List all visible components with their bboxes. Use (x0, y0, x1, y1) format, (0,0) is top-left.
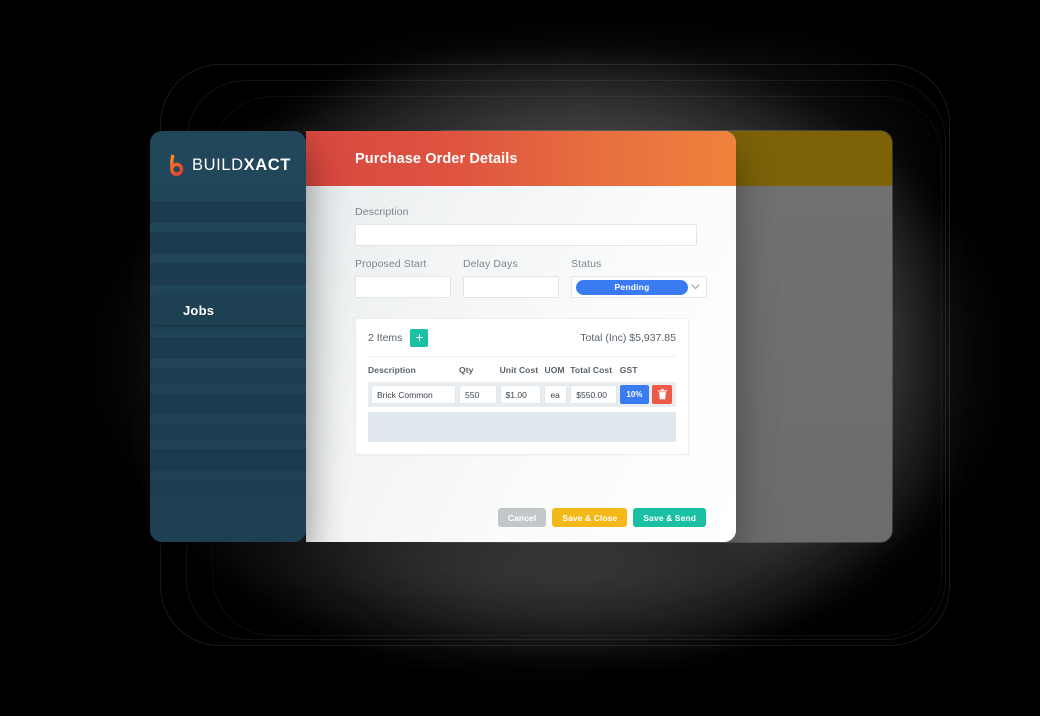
sidebar-item-jobs[interactable]: Jobs (150, 295, 306, 325)
sidebar-item-placeholder[interactable] (150, 201, 306, 223)
delay-days-input[interactable] (463, 276, 559, 298)
item-unit-cost-input[interactable]: $1.00 (499, 385, 542, 404)
item-total-cost-input[interactable]: $550.00 (570, 385, 617, 404)
purchase-order-dialog: Purchase Order Details Description Propo… (306, 131, 736, 542)
schedule-status-row: Proposed Start Delay Days Status Pending (355, 258, 707, 298)
column-header-qty: Qty (459, 365, 474, 375)
delay-days-label: Delay Days (463, 258, 518, 270)
items-table: Description Qty Unit Cost UOM Total Cost… (368, 365, 676, 407)
item-qty-input[interactable]: 550 (459, 385, 497, 404)
status-field-group: Status Pending (571, 258, 707, 298)
cancel-button[interactable]: Cancel (497, 508, 547, 527)
sidebar-item-placeholder[interactable] (150, 480, 306, 496)
items-count-label: 2 Items (368, 332, 403, 344)
sidebar-item-placeholder[interactable] (150, 449, 306, 471)
status-badge: Pending (576, 279, 688, 295)
description-label: Description (355, 206, 409, 218)
buildxact-b-icon (170, 154, 184, 176)
column-header-description: Description (368, 365, 416, 375)
proposed-start-label: Proposed Start (355, 258, 427, 270)
column-header-gst: GST (619, 365, 638, 375)
proposed-start-input[interactable] (355, 276, 451, 298)
sidebar-item-placeholder[interactable] (150, 337, 306, 359)
proposed-start-field-group: Proposed Start (355, 258, 451, 298)
cell-uom: ea (544, 382, 570, 407)
buildxact-logo[interactable]: BUILDXACT (150, 131, 306, 199)
save-close-button[interactable]: Save & Close (552, 508, 628, 527)
dialog-header: Purchase Order Details (306, 131, 736, 186)
screenshot-root: Purchase Order Details Description Propo… (0, 0, 1040, 716)
items-table-header-row: Description Qty Unit Cost UOM Total Cost… (368, 365, 676, 382)
column-header-total-cost: Total Cost (570, 365, 613, 375)
item-gst-badge[interactable]: 10% (619, 385, 650, 404)
sidebar-item-placeholder[interactable] (150, 232, 306, 254)
items-panel: 2 Items + Total (Inc) $5,937.85 Descript… (355, 318, 689, 455)
cell-gst: 10% (619, 382, 652, 407)
column-header-actions (652, 365, 676, 382)
chevron-down-icon (688, 284, 702, 290)
sidebar-nav-placeholder-top (150, 199, 306, 285)
status-select[interactable]: Pending (571, 276, 707, 298)
dialog-footer: Cancel Save & Close Save & Send (497, 508, 706, 527)
description-input[interactable] (355, 224, 697, 246)
logo-text-bold: XACT (243, 155, 291, 174)
cell-unit-cost: $1.00 (499, 382, 545, 407)
page-title: Purchase Order Details (355, 150, 518, 167)
sidebar-item-placeholder[interactable] (150, 424, 306, 440)
empty-item-row-placeholder[interactable] (368, 412, 676, 442)
items-total-label: Total (Inc) $5,937.85 (580, 332, 676, 344)
item-description-input[interactable]: Brick Common (371, 385, 457, 404)
cell-description: Brick Common (368, 382, 459, 407)
logo-text: BUILDXACT (192, 156, 291, 175)
cell-qty: 550 (459, 382, 500, 407)
trash-icon[interactable] (652, 385, 673, 404)
sidebar: BUILDXACT Jobs (150, 131, 306, 542)
sidebar-item-placeholder[interactable] (150, 368, 306, 384)
items-count-group: 2 Items + (368, 329, 429, 347)
column-header-uom: UOM (544, 365, 565, 375)
item-uom-input[interactable]: ea (544, 385, 568, 404)
items-table-body: Brick Common 550 $1.00 ea $550.00 10% (368, 382, 676, 407)
column-header-unit-cost: Unit Cost (499, 365, 539, 375)
sidebar-item-placeholder[interactable] (150, 393, 306, 415)
logo-text-light: BUILD (192, 155, 244, 174)
sidebar-item-placeholder[interactable] (150, 263, 306, 285)
cell-actions (652, 382, 676, 407)
sidebar-item-label: Jobs (183, 302, 215, 318)
items-table-head: Description Qty Unit Cost UOM Total Cost… (368, 365, 676, 382)
table-row: Brick Common 550 $1.00 ea $550.00 10% (368, 382, 676, 407)
add-item-button[interactable]: + (410, 329, 429, 347)
dialog-body: Description Proposed Start Delay Days St… (306, 186, 736, 542)
items-panel-header: 2 Items + Total (Inc) $5,937.85 (368, 329, 676, 357)
sidebar-nav-placeholder-bottom (150, 337, 306, 496)
description-field-group: Description (355, 206, 704, 246)
save-send-button[interactable]: Save & Send (633, 508, 706, 527)
delay-days-field-group: Delay Days (463, 258, 559, 298)
cell-total-cost: $550.00 (570, 382, 620, 407)
status-label: Status (571, 258, 602, 270)
